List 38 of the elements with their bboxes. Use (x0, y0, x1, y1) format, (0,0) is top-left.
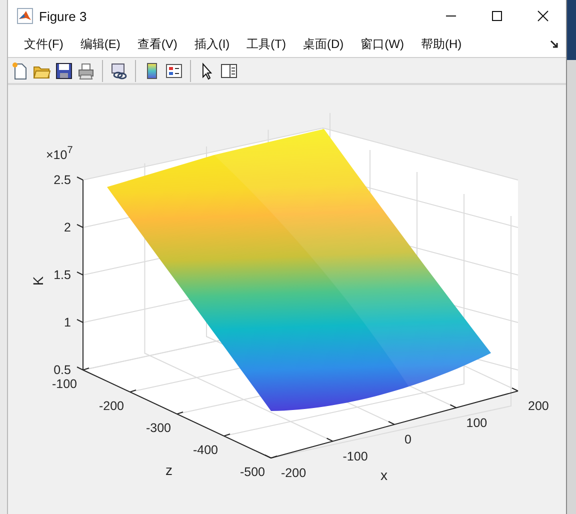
tick-label: 100 (466, 416, 488, 430)
menu-item[interactable]: 工具(T) (238, 36, 295, 53)
maximize-icon (491, 10, 503, 22)
tick-label: -400 (192, 443, 218, 457)
menu-item[interactable]: 插入(I) (186, 36, 239, 53)
menu-item[interactable]: 帮助(H) (412, 36, 471, 53)
tick-label: 2.5 (54, 173, 71, 187)
menu-item[interactable]: 窗口(W) (352, 36, 413, 53)
save-icon[interactable] (55, 62, 73, 80)
dock-arrow-icon[interactable] (550, 40, 559, 49)
tick-label: 1.5 (54, 268, 71, 282)
printer-icon[interactable] (77, 62, 95, 80)
tick-label: 2 (64, 220, 71, 234)
tick-label: 1 (64, 316, 71, 330)
exponent-label: ×10$^{7}$ (46, 145, 73, 162)
legend-icon[interactable] (165, 62, 183, 80)
tick-label: 0.5 (54, 363, 71, 377)
close-icon (537, 10, 549, 22)
tick-label: -200 (281, 466, 306, 480)
tick-label: -200 (98, 399, 124, 413)
tick-label: -100 (342, 449, 368, 464)
menu-item[interactable]: 编辑(E) (72, 36, 130, 53)
window-title: Figure 3 (39, 8, 87, 24)
panel-icon[interactable] (220, 62, 238, 80)
axis-label: z (166, 462, 172, 478)
tick-label: -300 (146, 421, 171, 435)
tick-label: 0 (404, 432, 412, 446)
new-file-icon[interactable] (11, 62, 29, 80)
link-icon[interactable] (110, 62, 128, 80)
axis-label: x (380, 467, 388, 483)
menu-item[interactable]: 桌面(D) (294, 36, 353, 53)
tick-label: 200 (528, 399, 549, 413)
axis-label: K (30, 276, 46, 286)
menu-item[interactable]: 文件(F) (16, 36, 72, 53)
tick-label: -100 (52, 377, 77, 391)
menu-item[interactable]: 查看(V) (129, 36, 186, 53)
app-logo-icon (17, 8, 33, 24)
tick-label: -500 (240, 465, 265, 479)
